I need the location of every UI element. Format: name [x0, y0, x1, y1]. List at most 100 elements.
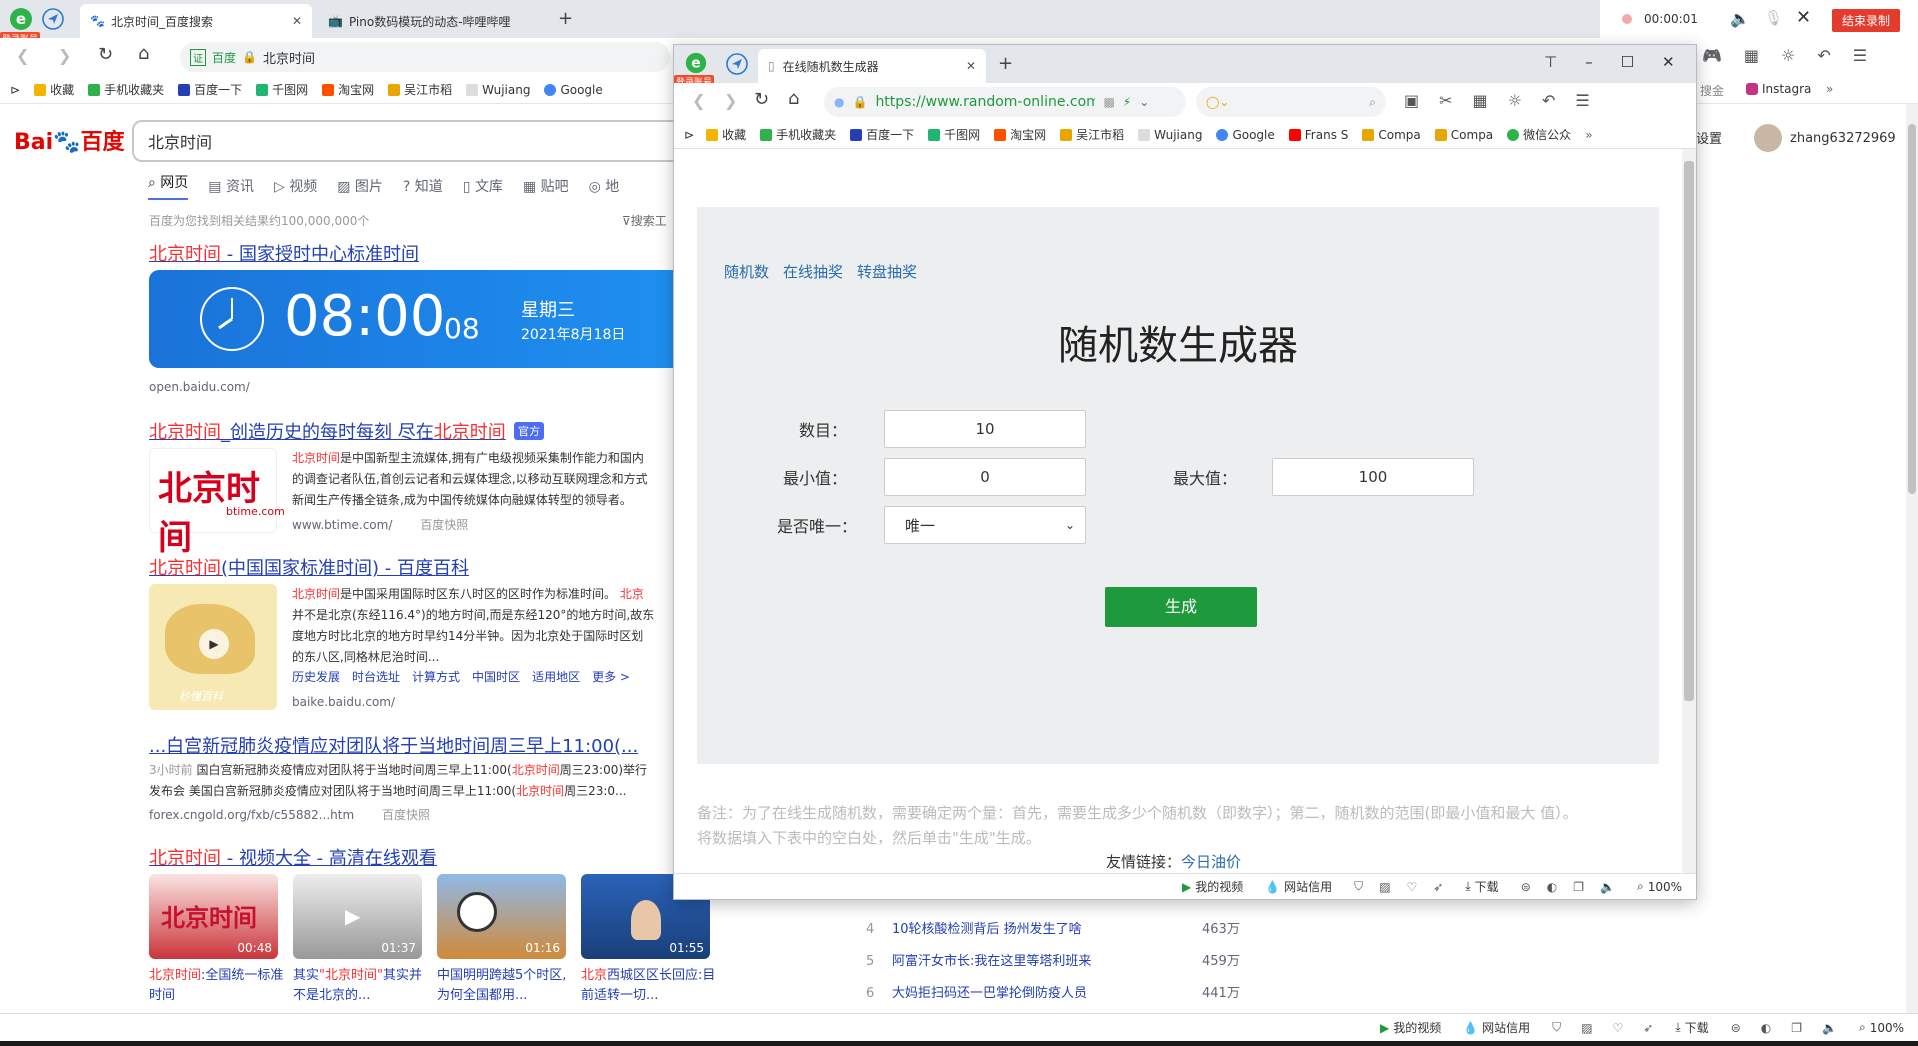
game-icon[interactable]: 🎮: [1702, 46, 1722, 65]
brightness-icon[interactable]: ☼: [1781, 46, 1795, 65]
shirt-icon[interactable]: ⊤: [1544, 53, 1557, 71]
home-icon[interactable]: ⌂: [138, 43, 149, 64]
bookmark-item[interactable]: Compa: [1434, 128, 1493, 142]
result-url[interactable]: forex.cngold.org/fxb/c55882...htm 百度快照: [149, 806, 430, 823]
speaker-icon[interactable]: 🔈: [1730, 9, 1750, 28]
reload-icon[interactable]: ↻: [98, 44, 113, 65]
tab-wenku[interactable]: ▯ 文库: [463, 176, 503, 196]
bookmark-item[interactable]: 吴江市稻: [388, 81, 452, 98]
send-icon[interactable]: [42, 8, 64, 30]
more-bookmarks-icon[interactable]: »: [1585, 128, 1592, 142]
hot-list-item[interactable]: 5 阿富汗女市长:我在这里等塔利班来 459万: [866, 946, 1266, 978]
unique-select[interactable]: 唯一 ⌄: [884, 506, 1086, 544]
apps-icon[interactable]: ▦: [1473, 91, 1488, 110]
chevron-down-icon[interactable]: ⌄: [1139, 95, 1149, 109]
lightning-icon[interactable]: ⚡: [1123, 95, 1131, 109]
download-button[interactable]: ⤓ 下载: [1675, 1019, 1708, 1036]
zoom-level[interactable]: ⌕ 100%: [1859, 1020, 1904, 1035]
sidebar-toggle-icon[interactable]: ⊳: [684, 128, 694, 142]
play-icon[interactable]: ▶: [199, 629, 229, 659]
result-url[interactable]: open.baidu.com/: [149, 380, 250, 394]
bookmark-item[interactable]: 手机收藏夹: [760, 126, 836, 143]
new-tab-icon[interactable]: +: [998, 53, 1013, 74]
browser-logo-icon[interactable]: e: [684, 51, 708, 75]
baike-link[interactable]: 时台选址: [352, 668, 400, 685]
end-record-button[interactable]: 结束录制: [1832, 9, 1901, 32]
undo-icon[interactable]: ↶: [1817, 46, 1830, 65]
edge-icon[interactable]: ◐: [1761, 1021, 1771, 1035]
new-tab-icon[interactable]: +: [558, 8, 573, 29]
bookmark-item[interactable]: 吴江市稻: [1060, 126, 1124, 143]
video-thumbnail[interactable]: 北京时间 00:48: [149, 874, 278, 959]
bookmark-item[interactable]: 千图网: [928, 126, 980, 143]
search-icon[interactable]: ⌕: [1369, 95, 1376, 110]
baike-link[interactable]: 适用地区: [532, 668, 580, 685]
shield-icon[interactable]: ⛉: [1354, 879, 1363, 894]
random-search-box[interactable]: ◯⌄ ⌕: [1196, 87, 1386, 117]
video-thumbnail[interactable]: 01:16: [437, 874, 566, 959]
baidu-logo[interactable]: Bai🐾百度: [14, 124, 125, 156]
zoom-level[interactable]: ⌕ 100%: [1637, 879, 1682, 894]
heart-icon[interactable]: ♡: [1613, 1021, 1624, 1035]
tab-bilibili[interactable]: 📺 Pino数码模玩的动态-哔哩哔哩: [318, 4, 548, 38]
bookmark-item[interactable]: Wujiang: [466, 83, 530, 97]
max-input[interactable]: 100: [1272, 458, 1474, 496]
play-icon[interactable]: ▶: [345, 904, 360, 928]
result-title[interactable]: 北京时间 - 视频大全 - 高清在线观看: [149, 844, 437, 870]
baike-thumbnail[interactable]: ▶ 秒懂百科: [149, 584, 277, 710]
menu-icon[interactable]: ☰: [1575, 91, 1589, 110]
nav-random-number[interactable]: 随机数: [724, 261, 769, 282]
random-address-bar[interactable]: ● 🔒 https://www.random-online.com ▩ ⚡ ⌄: [824, 87, 1186, 117]
bookmark-item[interactable]: 淘宝网: [322, 81, 374, 98]
bookmark-item[interactable]: 百度一下: [850, 126, 914, 143]
close-icon[interactable]: ✕: [1796, 7, 1811, 28]
clock-card[interactable]: 08:00 08 星期三 2021年8月18日: [149, 270, 674, 368]
close-icon[interactable]: ✕: [1662, 53, 1675, 71]
qr-icon[interactable]: ▩: [1103, 95, 1114, 109]
scrollbar-thumb[interactable]: [1908, 124, 1916, 494]
bookmark-item[interactable]: 手机收藏夹: [88, 81, 164, 98]
image-icon[interactable]: ▨: [1581, 1021, 1592, 1035]
more-bookmarks-icon[interactable]: »: [1826, 82, 1833, 96]
close-icon[interactable]: ✕: [292, 14, 302, 28]
hot-list-item[interactable]: 4 10轮核酸检测背后 扬州发生了啥 463万: [866, 914, 1266, 946]
friend-link[interactable]: 今日油价: [1181, 853, 1241, 871]
screenshot-icon[interactable]: ▣: [1404, 91, 1419, 110]
page-scrollbar[interactable]: [1906, 104, 1918, 1013]
mic-off-icon[interactable]: 🎙: [1764, 9, 1783, 27]
bookmark-item[interactable]: 微信公众: [1507, 126, 1571, 143]
forward-icon[interactable]: ❯: [724, 91, 737, 110]
my-video-button[interactable]: ▶ 我的视频: [1182, 878, 1243, 895]
baike-link[interactable]: 计算方式: [412, 668, 460, 685]
baike-link[interactable]: 历史发展: [292, 668, 340, 685]
baike-link[interactable]: 中国时区: [472, 668, 520, 685]
forward-icon[interactable]: ❯: [58, 46, 71, 65]
edge-icon[interactable]: ◐: [1547, 880, 1557, 894]
video-caption[interactable]: 中国明明跨越5个时区,为何全国都用...: [437, 966, 572, 1006]
sidebar-toggle-icon[interactable]: ⊳: [10, 83, 20, 97]
tab-tieba[interactable]: ▦ 贴吧: [523, 176, 569, 196]
brightness-icon[interactable]: ☼: [1508, 91, 1522, 110]
apps-icon[interactable]: ▦: [1744, 46, 1759, 65]
bookmark-item[interactable]: Frans S: [1288, 128, 1348, 142]
result-title[interactable]: 北京时间_创造历史的每时每刻 尽在北京时间: [149, 418, 506, 444]
site-credit-button[interactable]: 💧 网站信用: [1463, 1019, 1530, 1036]
min-input[interactable]: 0: [884, 458, 1086, 496]
nav-wheel-lottery[interactable]: 转盘抽奖: [857, 261, 917, 282]
send-icon[interactable]: [726, 53, 748, 75]
generate-button[interactable]: 生成: [1105, 587, 1257, 627]
site-credit-button[interactable]: 💧 网站信用: [1265, 878, 1332, 895]
baike-link[interactable]: 更多 >: [592, 668, 630, 685]
my-video-button[interactable]: ▶ 我的视频: [1380, 1019, 1441, 1036]
translate-icon[interactable]: ⊜: [1731, 1021, 1741, 1035]
bookmark-item[interactable]: Google: [1216, 128, 1275, 142]
video-caption[interactable]: 其实"北京时间"其实并不是北京的...: [293, 966, 428, 1006]
nav-online-lottery[interactable]: 在线抽奖: [783, 261, 843, 282]
tab-random-generator[interactable]: ▯ 在线随机数生成器 ✕: [758, 49, 986, 83]
tab-map[interactable]: ◎ 地: [589, 176, 620, 196]
result-url[interactable]: baike.baidu.com/: [292, 695, 395, 709]
heart-icon[interactable]: ♡: [1407, 880, 1418, 894]
bookmark-item[interactable]: Compa: [1362, 128, 1421, 142]
tab-images[interactable]: ▨ 图片: [337, 176, 383, 196]
back-icon[interactable]: ❮: [692, 91, 705, 110]
